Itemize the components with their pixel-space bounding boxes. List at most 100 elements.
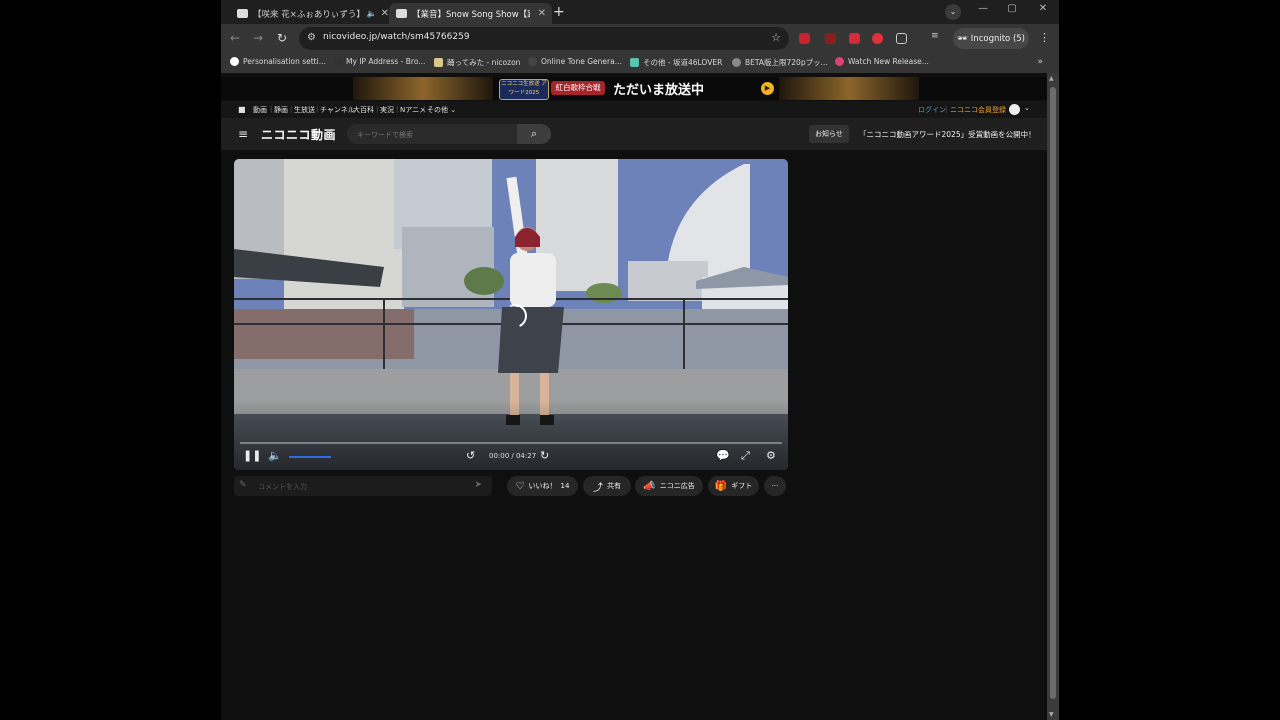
volume-icon[interactable]: 🔈	[268, 449, 282, 462]
incognito-indicator[interactable]: 🕶 Incognito (5)	[953, 28, 1029, 49]
bookmark-item[interactable]: BETA版上限720pプッ...	[732, 57, 828, 68]
nav-item-label: その他	[427, 106, 448, 114]
bookmark-label: 踊ってみた - nicozon	[447, 58, 521, 67]
menu-icon[interactable]: ≡	[238, 127, 248, 141]
tab-close-icon[interactable]: ✕	[534, 8, 552, 19]
bookmark-item[interactable]: Online Tone Genera...	[528, 57, 622, 66]
scroll-down-icon[interactable]: ▼	[1049, 711, 1054, 718]
banner-glow	[779, 77, 919, 100]
site-info-icon[interactable]: ⚙	[307, 32, 316, 43]
bookmark-label: Personalisation setti...	[243, 57, 326, 66]
share-button[interactable]: ⤴ 共有	[583, 476, 631, 496]
forward-10-icon[interactable]: ↻	[540, 449, 549, 462]
site-logo[interactable]: ニコニコ動画	[261, 126, 336, 143]
time-display: 00:00 / 04:27	[489, 452, 537, 460]
nav-item[interactable]: 大百科	[353, 105, 374, 115]
nav-item[interactable]: 動画	[253, 105, 267, 115]
like-label: いいね！	[528, 482, 557, 490]
home-icon[interactable]: ■	[238, 105, 246, 114]
bookmark-item[interactable]: My IP Address - Bro...	[333, 57, 425, 66]
tab-title: 【業音】Snow Song Show【踊ってみた】	[412, 9, 530, 20]
nav-item[interactable]: 静画	[274, 105, 288, 115]
settings-gear-icon[interactable]: ⚙	[766, 449, 776, 462]
nav-item[interactable]: 実況	[380, 105, 394, 115]
nav-item-more[interactable]: その他 ⌄	[427, 105, 456, 115]
tab-favicon-icon	[237, 9, 248, 18]
login-link[interactable]: ログイン	[918, 105, 946, 115]
notice-button[interactable]: お知らせ	[809, 125, 849, 143]
like-button[interactable]: ♡ いいね！ 14	[507, 476, 578, 496]
gift-button[interactable]: 🎁 ギフト	[708, 476, 759, 496]
tab-2-active[interactable]: 【業音】Snow Song Show【踊ってみた】 ✕	[389, 3, 552, 24]
promo-banner[interactable]: ニコニコ生放送 アワード2025 紅白歌枠合戦 ただいま放送中 ▶	[221, 77, 1047, 100]
bookmark-favicon-icon	[835, 57, 844, 66]
send-icon[interactable]: ➤	[474, 480, 482, 490]
nicoad-label: ニコニ広告	[659, 482, 695, 490]
chevron-down-icon[interactable]: ⌄	[1024, 104, 1030, 112]
global-nav: ■ 動画 | 静画 | 生放送 | チャンネル | 大百科 | 実況 | Nアニ…	[221, 101, 1047, 118]
bookmark-item[interactable]: Watch New Release...	[835, 57, 929, 66]
browser-toolbar: ← → ↻ ⚙ nicovideo.jp/watch/sm45766259 ☆ …	[221, 24, 1059, 53]
extension-icon[interactable]	[825, 33, 836, 44]
rewind-10-icon[interactable]: ↺	[466, 449, 475, 462]
bookmark-label: Watch New Release...	[848, 57, 929, 66]
forward-icon[interactable]: →	[253, 31, 263, 45]
extension-icon[interactable]	[849, 33, 860, 44]
more-options-icon[interactable]: ···	[764, 476, 786, 496]
like-count: 14	[560, 482, 570, 490]
volume-slider[interactable]	[289, 456, 331, 458]
pause-icon[interactable]: ❚❚	[243, 449, 261, 462]
banner-glow	[353, 77, 493, 100]
seek-bar[interactable]	[240, 442, 782, 444]
site-header: ≡ ニコニコ動画 ⌕ お知らせ 「ニコニコ動画アワード2025」受賞動画を公開中…	[221, 118, 1047, 150]
award-badge: ニコニコ生放送 アワード2025	[499, 79, 549, 100]
scrollbar-thumb[interactable]	[1050, 87, 1056, 699]
comment-input[interactable]	[256, 479, 460, 495]
url-text[interactable]: nicovideo.jp/watch/sm45766259	[323, 32, 470, 42]
share-icon: ⤴	[593, 482, 603, 494]
new-tab-icon[interactable]: +	[553, 4, 565, 20]
scroll-up-icon[interactable]: ▲	[1049, 75, 1054, 82]
page-scrollbar[interactable]: ▲ ▼	[1047, 73, 1059, 720]
speaker-icon[interactable]: 🔈	[367, 9, 377, 18]
browser-menu-icon[interactable]: ⋮	[1039, 31, 1050, 44]
fullscreen-icon[interactable]: ⤢	[741, 449, 750, 463]
tab-title: 【咲来 花×ふぉありぃずう】Snow	[253, 9, 363, 20]
page-content: ニコニコ生放送 アワード2025 紅白歌枠合戦 ただいま放送中 ▶ ■ 動画 |…	[221, 73, 1059, 720]
bookmark-item[interactable]: 踊ってみた - nicozon	[434, 57, 520, 68]
maximize-icon[interactable]: ▢	[1002, 3, 1022, 14]
gift-label: ギフト	[731, 482, 753, 490]
tab-strip: 【咲来 花×ふぉありぃずう】Snow 🔈 ✕ 【業音】Snow Song Sho…	[221, 0, 1059, 24]
globe-icon	[732, 58, 741, 67]
chevron-down-icon: ⌄	[450, 106, 457, 114]
comment-toggle-icon[interactable]: 💬	[716, 449, 730, 462]
video-player[interactable]: ❚❚ 🔈 ↺ 00:00 / 04:27 ↻ 💬 ⤢ ⚙	[234, 159, 788, 470]
tab-search-icon[interactable]: ⌄	[945, 4, 961, 20]
reading-list-icon[interactable]: ≡	[931, 31, 942, 42]
block-icon[interactable]	[872, 33, 883, 44]
address-bar[interactable]: ⚙ nicovideo.jp/watch/sm45766259 ☆	[299, 27, 789, 50]
comment-command-icon[interactable]: ✎	[239, 480, 247, 490]
register-link[interactable]: ニコニコ会員登録	[950, 105, 1006, 115]
bookmark-item[interactable]: Personalisation setti...	[230, 57, 326, 66]
bookmark-star-icon[interactable]: ☆	[771, 31, 781, 44]
close-window-icon[interactable]: ✕	[1033, 3, 1053, 14]
tab-1[interactable]: 【咲来 花×ふぉありぃずう】Snow 🔈 ✕	[231, 3, 395, 24]
minimize-icon[interactable]: —	[973, 3, 993, 14]
nav-item[interactable]: 生放送	[294, 105, 315, 115]
search-icon[interactable]: ⌕	[517, 124, 551, 144]
back-icon[interactable]: ←	[230, 31, 240, 45]
bookmark-item[interactable]: その他 - 坂道46LOVER	[630, 57, 722, 68]
share-label: 共有	[607, 482, 621, 490]
bookmark-favicon-icon	[528, 57, 537, 66]
onair-text: ただいま放送中	[613, 83, 705, 98]
avatar[interactable]	[1009, 104, 1020, 115]
incognito-label: Incognito (5)	[970, 33, 1025, 44]
extensions-puzzle-icon[interactable]	[896, 33, 907, 44]
more-bookmarks-icon[interactable]: »	[1037, 57, 1043, 67]
extension-icon[interactable]	[799, 33, 810, 44]
reload-icon[interactable]: ↻	[277, 31, 287, 45]
search-input[interactable]	[355, 127, 509, 143]
nicoad-button[interactable]: 📣 ニコニ広告	[635, 476, 703, 496]
notice-text[interactable]: 「ニコニコ動画アワード2025」受賞動画を公開中！	[859, 129, 1036, 140]
